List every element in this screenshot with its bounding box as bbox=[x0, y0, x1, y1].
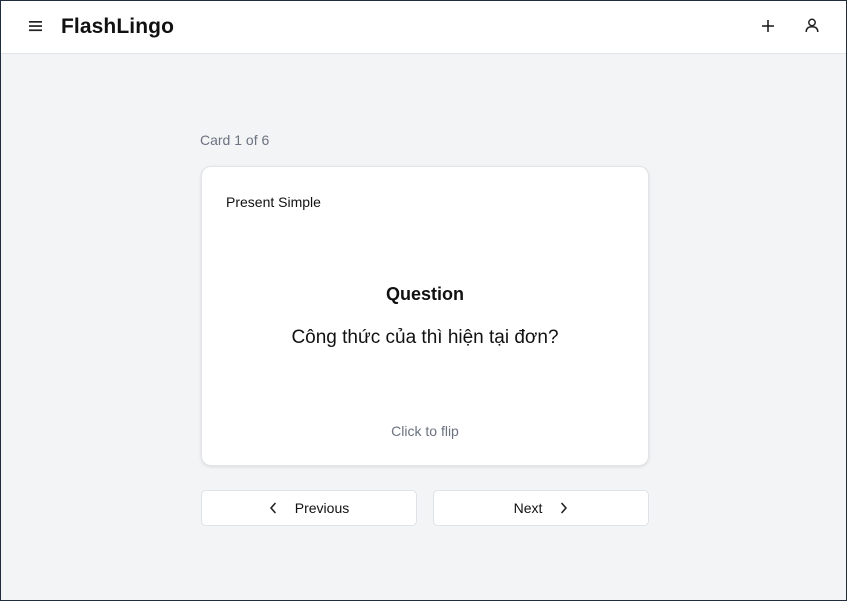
account-button[interactable] bbox=[796, 12, 828, 44]
card-topic: Present Simple bbox=[226, 194, 321, 210]
card-side-heading: Question bbox=[385, 284, 464, 304]
card-question-text: Công thức của thì hiện tại đơn? bbox=[291, 327, 559, 348]
plus-icon bbox=[761, 19, 775, 38]
chevron-right-icon bbox=[560, 502, 568, 514]
previous-button[interactable]: Previous bbox=[201, 490, 417, 526]
flip-hint: Click to flip bbox=[391, 423, 459, 439]
next-label: Next bbox=[513, 500, 543, 516]
add-card-button[interactable] bbox=[752, 12, 784, 44]
card-counter: Card 1 of 6 bbox=[200, 132, 270, 148]
previous-label: Previous bbox=[294, 500, 350, 516]
flashcard[interactable]: Present Simple Question Công thức của th… bbox=[201, 166, 649, 466]
app-title[interactable]: FlashLingo bbox=[61, 15, 174, 39]
menu-button[interactable] bbox=[20, 12, 52, 44]
chevron-left-icon bbox=[269, 502, 277, 514]
next-button[interactable]: Next bbox=[433, 490, 649, 526]
app-header: FlashLingo bbox=[1, 1, 846, 54]
menu-icon bbox=[29, 19, 43, 37]
user-icon bbox=[805, 18, 819, 38]
